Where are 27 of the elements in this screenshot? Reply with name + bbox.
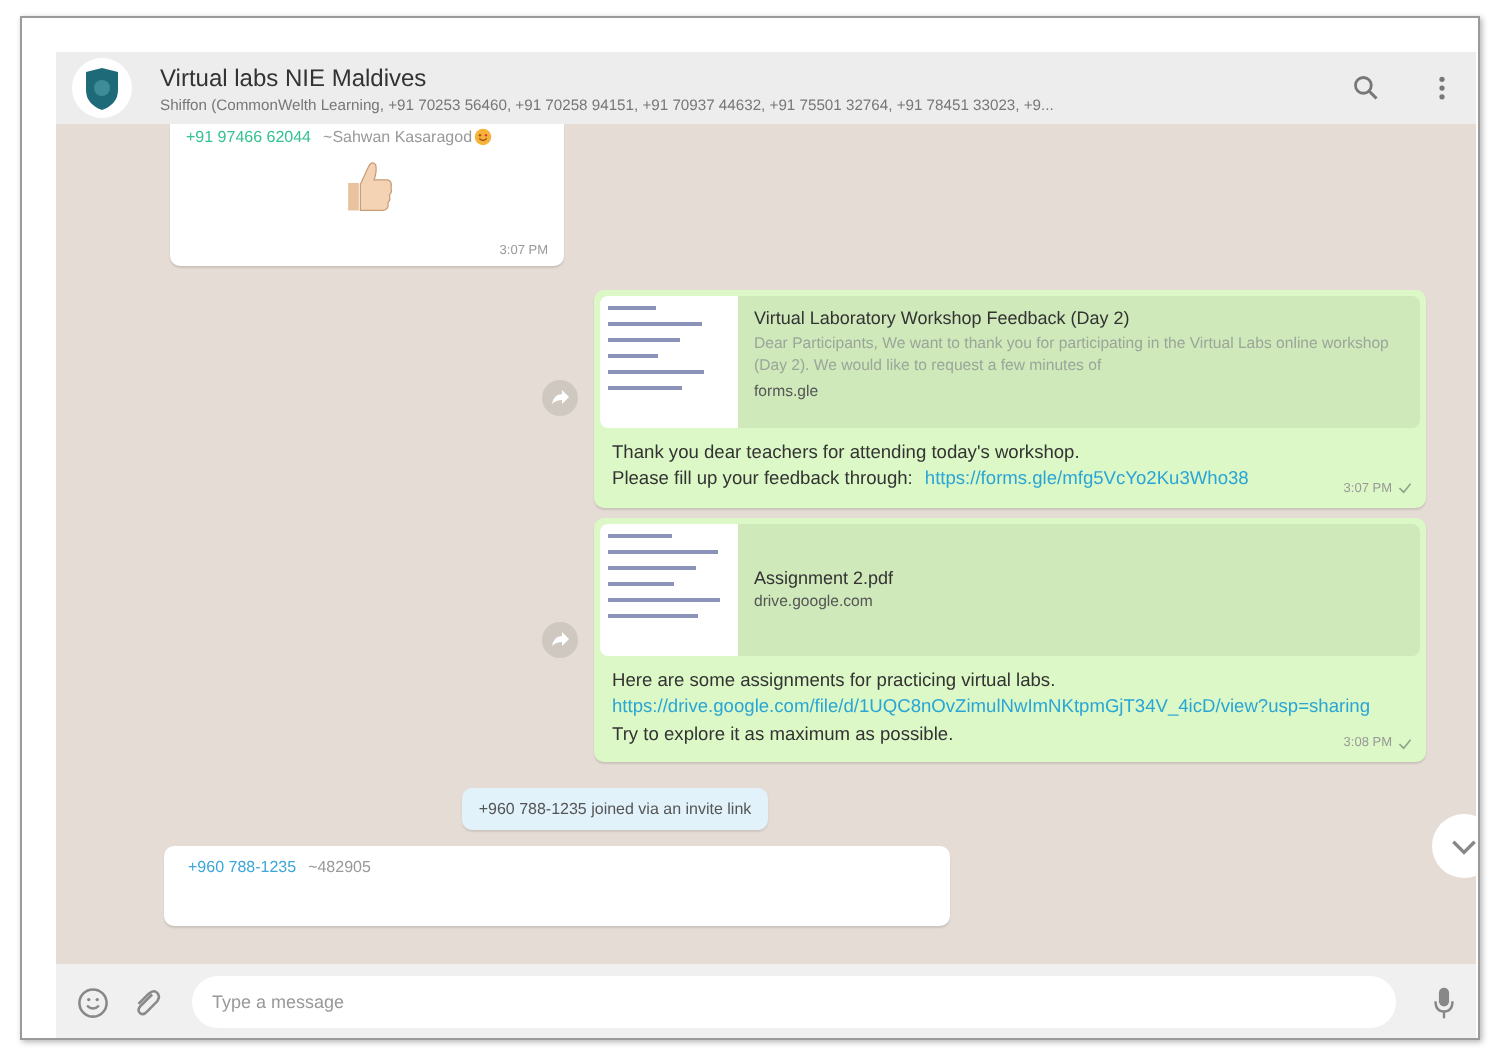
sender-name: ~Sahwan Kasaragod	[323, 128, 473, 146]
preview-title: Virtual Laboratory Workshop Feedback (Day 2)	[754, 308, 1132, 328]
message-text: Try to explore it as maximum as possible.	[612, 721, 954, 748]
sender-phone[interactable]: +91 97466 62044	[186, 128, 312, 146]
search-icon[interactable]	[1352, 74, 1380, 102]
thumbnail-drawing	[600, 296, 738, 428]
forward-icon[interactable]	[542, 380, 578, 417]
message-text: Here are some assignments for practicing virtual labs.	[612, 667, 1056, 694]
message-text: Please fill up your feedback through:	[612, 466, 913, 493]
message-input[interactable]: Type a message	[192, 976, 1396, 1028]
thumbnail-drawing	[600, 523, 738, 656]
smiley-icon[interactable]	[76, 985, 110, 1019]
check-icon	[1398, 482, 1412, 495]
message-link[interactable]: https://forms.gle/mfg5VcYo2Ku3Who38	[924, 466, 1249, 494]
message-link[interactable]: https://drive.google.com/file/d/1UQC8nOvZimulNwImNKtpmGjT34V_4icD/view?usp=sharing	[612, 694, 1370, 722]
message-text: Thank you dear teachers for attending today's workshop.	[612, 440, 1080, 466]
group-avatar-icon[interactable]	[72, 58, 132, 118]
microphone-icon[interactable]	[1432, 985, 1456, 1019]
preview-title: Assignment 2.pdf	[754, 568, 894, 589]
group-name[interactable]: Virtual labs NIE Maldives	[160, 63, 1312, 91]
smiling-face-icon	[474, 128, 493, 146]
forward-icon[interactable]	[542, 622, 578, 659]
system-message: +960 788-1235 joined via an invite link	[462, 788, 768, 831]
sender-name: ~482905	[308, 858, 371, 877]
sender-phone[interactable]: +960 788-1235	[188, 858, 297, 877]
check-icon	[1398, 737, 1412, 750]
menu-icon[interactable]	[1436, 74, 1448, 102]
